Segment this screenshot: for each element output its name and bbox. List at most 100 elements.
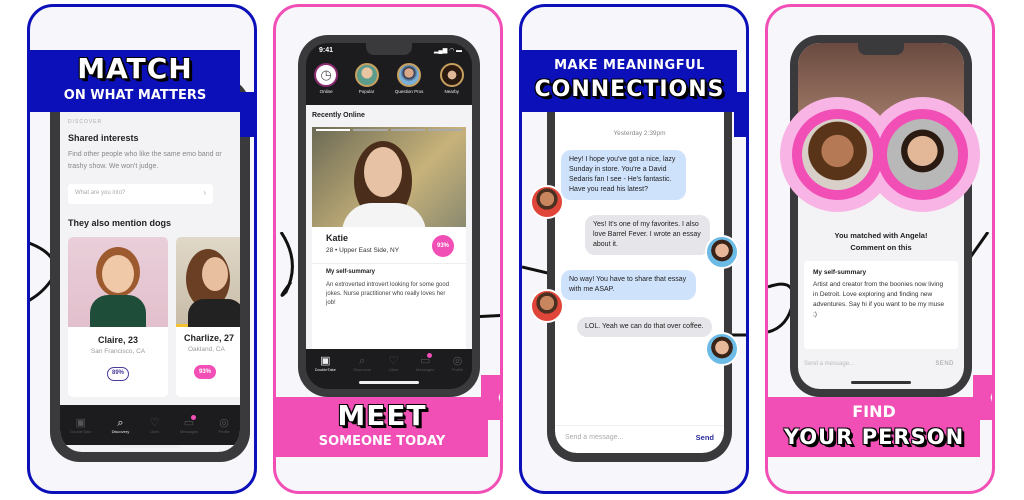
section-label: DISCOVER bbox=[68, 119, 103, 125]
tab-discovery[interactable]: ⌕ Discovery bbox=[353, 355, 371, 372]
story-question-pros[interactable]: Question Pros bbox=[395, 63, 423, 94]
chat-screen: Yesterday 2:39pm Hey! I hope you've got … bbox=[555, 85, 724, 453]
tab-doubletake[interactable]: ▣ DoubleTake bbox=[70, 417, 91, 434]
summary-text: An extroverted introvert looking for som… bbox=[326, 282, 450, 306]
profile-location: Oakland, CA bbox=[188, 346, 225, 353]
status-time: 9:41 bbox=[319, 47, 334, 54]
discovery-icon: ⌕ bbox=[117, 416, 124, 429]
message-bubble-received: No way! You have to share that essay wit… bbox=[561, 270, 696, 300]
summary-title: My self-summary bbox=[813, 269, 867, 276]
discovery-icon: ⌕ bbox=[359, 354, 366, 367]
section-description: Find other people who like the same emo … bbox=[68, 151, 222, 170]
profile-name: Katie bbox=[326, 233, 349, 243]
avatar-match bbox=[530, 185, 564, 219]
notification-dot bbox=[191, 414, 197, 420]
phone-frame: DISCOVER Shared interests Find other peo… bbox=[50, 77, 250, 462]
doubletake-icon: ▣ bbox=[320, 354, 331, 367]
profile-details: 28 • Upper East Side, NY bbox=[326, 247, 400, 254]
tab-discovery[interactable]: ⌕ Discovery bbox=[112, 417, 130, 434]
tab-profile[interactable]: ◎ Profile bbox=[452, 355, 463, 372]
bottom-tab-bar: ▣ DoubleTake ⌕ Discovery ♡ Likes ▭ Messages … bbox=[60, 405, 240, 445]
home-indicator bbox=[359, 381, 419, 384]
story-online[interactable]: ◷ Online bbox=[314, 63, 339, 94]
profile-card[interactable]: Claire, 23 San Francisco, CA 89% bbox=[68, 237, 168, 397]
headline-banner: FIND YOUR PERSON bbox=[768, 397, 980, 457]
message-input[interactable]: Send a message... bbox=[804, 361, 854, 367]
home-indicator bbox=[851, 381, 911, 384]
notification-dot bbox=[427, 352, 433, 358]
headline-main: MEET bbox=[337, 399, 427, 432]
likes-icon: ♡ bbox=[149, 416, 160, 429]
ribbon-tail bbox=[734, 92, 746, 137]
avatar-user bbox=[705, 235, 739, 269]
headline-main: MATCH bbox=[77, 52, 193, 85]
story-row: ◷ Online Popular Question Pros Nearby bbox=[306, 63, 472, 94]
panel-meet-someone-today: 9:41 ▂▄▆ ◠ ▬ ◷ Online Popular Question P… bbox=[273, 4, 503, 494]
headline-sub: FIND bbox=[852, 402, 896, 421]
avatar-angela bbox=[802, 119, 873, 190]
headline-banner: MEET SOMEONE TODAY bbox=[276, 397, 488, 457]
match-badge: 93% bbox=[194, 365, 216, 379]
story-avatar bbox=[397, 63, 422, 87]
match-badge: 89% bbox=[107, 367, 129, 381]
avatar-match bbox=[530, 289, 564, 323]
home-indicator bbox=[120, 445, 180, 448]
tab-likes[interactable]: ♡ Likes bbox=[389, 355, 399, 372]
headline-banner: MAKE MEANINGFUL CONNECTIONS bbox=[522, 50, 737, 112]
match-avatars bbox=[780, 97, 980, 212]
send-button[interactable]: SEND bbox=[935, 361, 954, 367]
interest-search-input[interactable]: What are you into? › bbox=[68, 184, 213, 204]
profile-card[interactable]: Katie 28 • Upper East Side, NY 93% My se… bbox=[312, 127, 466, 352]
profile-card[interactable]: Charlize, 27 Oakland, CA 93% bbox=[176, 237, 240, 397]
avatar-user bbox=[887, 119, 958, 190]
headline-main: YOUR PERSON bbox=[783, 425, 965, 449]
likes-icon: ♡ bbox=[388, 354, 399, 367]
message-bubble-sent: LOL. Yeah we can do that over coffee. bbox=[577, 317, 712, 337]
notch bbox=[858, 43, 904, 55]
summary-title: My self-summary bbox=[326, 269, 376, 275]
phone-frame: 9:41 ▂▄▆ ◠ ▬ ◷ Online Popular Question P… bbox=[298, 35, 480, 397]
chat-timestamp: Yesterday 2:39pm bbox=[613, 130, 666, 137]
tab-messages[interactable]: ▭ Messages bbox=[180, 414, 198, 434]
profile-photo bbox=[176, 237, 240, 327]
profile-location: San Francisco, CA bbox=[90, 348, 146, 355]
story-nearby[interactable]: Nearby bbox=[439, 63, 464, 94]
explore-screen: 9:41 ▂▄▆ ◠ ▬ ◷ Online Popular Question P… bbox=[306, 43, 472, 389]
message-bubble-received: Hey! I hope you've got a nice, lazy Sund… bbox=[561, 150, 686, 200]
chevron-right-icon: › bbox=[203, 188, 206, 197]
profile-photo bbox=[68, 237, 168, 327]
story-avatar bbox=[439, 63, 464, 87]
tab-profile[interactable]: ◎ Profile bbox=[218, 417, 229, 434]
discover-screen: DISCOVER Shared interests Find other peo… bbox=[60, 87, 240, 452]
match-title: You matched with Angela! bbox=[834, 231, 928, 240]
headline-banner: MATCH ON WHAT MATTERS bbox=[30, 50, 240, 112]
phone-frame: Yesterday 2:39pm Hey! I hope you've got … bbox=[547, 77, 732, 462]
send-button[interactable]: Send bbox=[696, 433, 714, 442]
tab-doubletake[interactable]: ▣ DoubleTake bbox=[315, 355, 336, 372]
headline-sub: ON WHAT MATTERS bbox=[63, 88, 207, 103]
ribbon-tail bbox=[240, 92, 254, 137]
match-badge: 93% bbox=[432, 235, 454, 257]
profile-name: Claire, 23 bbox=[97, 335, 139, 345]
summary-card[interactable]: My self-summary Artist and creator from … bbox=[804, 261, 958, 349]
profile-photo bbox=[312, 127, 466, 227]
notch bbox=[366, 43, 412, 55]
status-icons: ▂▄▆ ◠ ▬ bbox=[433, 48, 462, 54]
tab-likes[interactable]: ♡ Likes bbox=[150, 417, 160, 434]
match-screen: You matched with Angela! Comment on this… bbox=[798, 43, 964, 389]
section-title: Recently Online bbox=[312, 112, 365, 119]
story-popular[interactable]: Popular bbox=[354, 63, 379, 94]
clock-icon: ◷ bbox=[314, 63, 339, 87]
match-subtitle: Comment on this bbox=[850, 243, 912, 252]
subheading: They also mention dogs bbox=[68, 218, 172, 228]
headline-main: CONNECTIONS bbox=[534, 77, 725, 102]
profile-name: Charlize, 27 bbox=[184, 333, 235, 343]
message-bubble-sent: Yes! It's one of my favorites. I also lo… bbox=[585, 215, 710, 255]
profile-icon: ◎ bbox=[452, 354, 463, 367]
doubletake-icon: ▣ bbox=[75, 416, 86, 429]
summary-text: Artist and creator from the boonies now … bbox=[813, 281, 945, 318]
panel-match-on-what-matters: DISCOVER Shared interests Find other peo… bbox=[27, 4, 257, 494]
headline-sub: SOMEONE TODAY bbox=[318, 434, 446, 449]
tab-messages[interactable]: ▭ Messages bbox=[416, 352, 434, 372]
message-input[interactable]: Send a message... bbox=[565, 434, 623, 441]
